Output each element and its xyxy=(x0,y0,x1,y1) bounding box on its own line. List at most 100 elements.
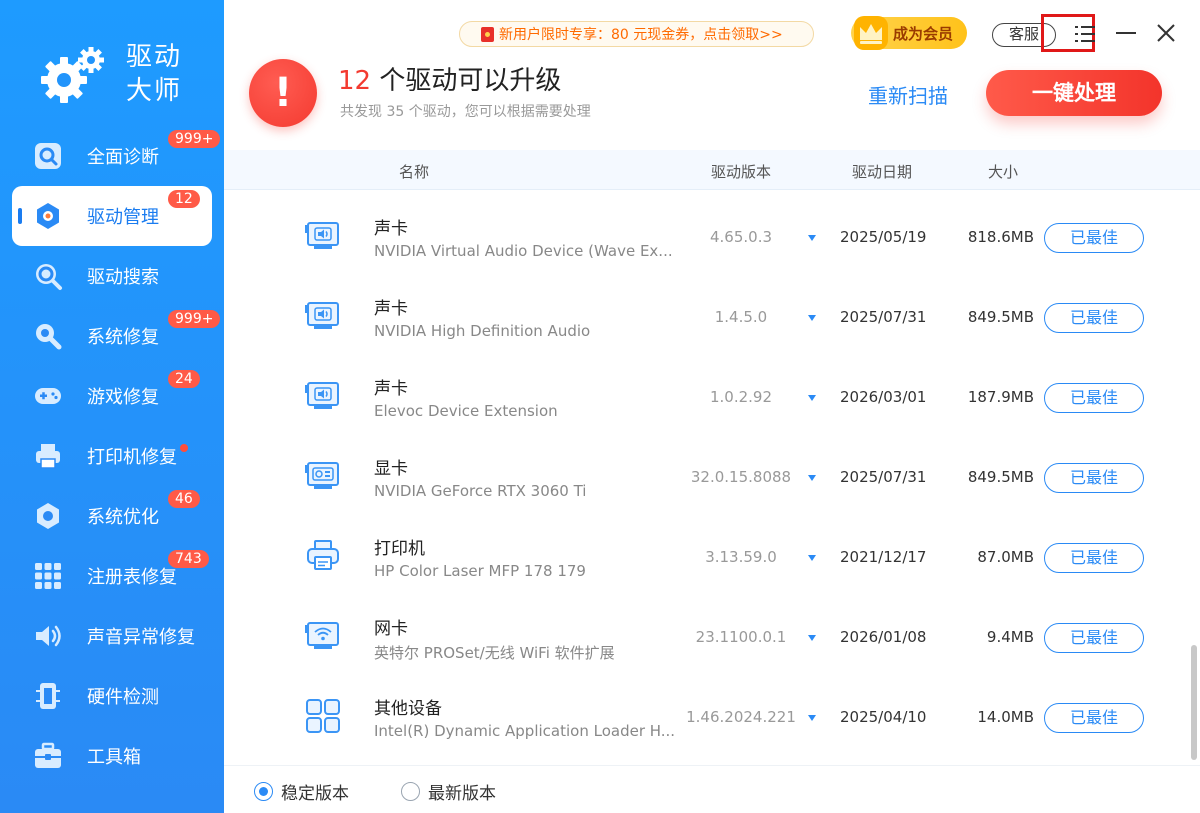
driver-date: 2025/07/31 xyxy=(840,468,927,486)
sidebar-item-label: 打印机修复 xyxy=(87,447,177,468)
printer-icon xyxy=(32,440,64,472)
vip-button[interactable]: 成为会员 xyxy=(851,16,967,50)
registry-icon xyxy=(32,560,64,592)
sidebar: 驱动 大师 全面诊断 999+ 驱动管理 12 驱动搜索 系统修复 999+ 游… xyxy=(0,0,224,813)
sidebar-item-game-repair[interactable]: 游戏修复 24 xyxy=(12,366,212,426)
network-card-icon xyxy=(305,622,339,649)
driver-category: 声卡 xyxy=(374,379,408,399)
driver-size: 14.0MB xyxy=(977,708,1034,726)
app-title: 驱动 大师 xyxy=(126,40,182,108)
driver-version: 1.4.5.0 xyxy=(714,308,768,326)
upgrade-subline: 共发现 35 个驱动，您可以根据需要处理 xyxy=(340,104,591,120)
version-dropdown-icon[interactable] xyxy=(808,235,816,241)
driver-name: NVIDIA GeForce RTX 3060 Ti xyxy=(374,482,587,500)
driver-name: NVIDIA High Definition Audio xyxy=(374,322,591,340)
status-best-button[interactable]: 已最佳 xyxy=(1044,463,1144,493)
sidebar-badge: 743 xyxy=(168,550,209,568)
sidebar-item-label: 系统修复 xyxy=(87,327,159,348)
gear-logo-icon xyxy=(41,47,104,103)
scrollbar[interactable] xyxy=(1191,645,1197,760)
driver-size: 187.9MB xyxy=(967,388,1034,406)
minimize-icon[interactable] xyxy=(1116,32,1136,34)
version-dropdown-icon[interactable] xyxy=(808,475,816,481)
version-dropdown-icon[interactable] xyxy=(808,715,816,721)
sidebar-item-label: 硬件检测 xyxy=(87,687,159,708)
toolbox-icon xyxy=(32,740,64,772)
sidebar-item-diagnose[interactable]: 全面诊断 999+ xyxy=(12,126,221,186)
version-dropdown-icon[interactable] xyxy=(808,555,816,561)
sidebar-item-registry-repair[interactable]: 注册表修复 743 xyxy=(12,546,212,606)
status-best-button[interactable]: 已最佳 xyxy=(1044,543,1144,573)
optimize-icon xyxy=(32,500,64,532)
app-title-line1: 驱动 xyxy=(126,42,183,72)
stable-version-radio[interactable]: 稳定版本 xyxy=(254,779,349,804)
driver-version: 1.46.2024.221 xyxy=(686,708,796,726)
sidebar-item-sound-repair[interactable]: 声音异常修复 xyxy=(12,606,212,666)
sidebar-item-system-optimize[interactable]: 系统优化 46 xyxy=(12,486,212,546)
latest-version-radio[interactable]: 最新版本 xyxy=(401,779,496,804)
driver-category: 显卡 xyxy=(374,459,408,479)
driver-name: Intel(R) Dynamic Application Loader H... xyxy=(374,722,676,740)
driver-size: 9.4MB xyxy=(986,628,1034,646)
radio-label: 稳定版本 xyxy=(281,784,349,804)
status-best-button[interactable]: 已最佳 xyxy=(1044,303,1144,333)
driver-category: 打印机 xyxy=(374,539,425,559)
driver-version: 4.65.0.3 xyxy=(709,228,773,246)
sidebar-item-label: 驱动搜索 xyxy=(87,267,159,288)
status-best-button[interactable]: 已最佳 xyxy=(1044,223,1144,253)
driver-size: 849.5MB xyxy=(967,468,1034,486)
graphics-card-icon xyxy=(305,462,339,489)
rescan-button[interactable]: 重新扫描 xyxy=(868,80,948,109)
sidebar-item-driver-search[interactable]: 驱动搜索 xyxy=(12,246,212,306)
radio-circle xyxy=(254,782,273,801)
app-title-line2: 大师 xyxy=(126,76,183,106)
status-best-button[interactable]: 已最佳 xyxy=(1044,623,1144,653)
sidebar-nav: 全面诊断 999+ 驱动管理 12 驱动搜索 系统修复 999+ 游戏修复 24… xyxy=(12,126,221,786)
sidebar-item-toolbox[interactable]: 工具箱 xyxy=(12,726,212,786)
menu-button[interactable] xyxy=(1041,14,1095,52)
header-size: 大小 xyxy=(988,163,1019,181)
driver-date: 2026/03/01 xyxy=(840,388,927,406)
driver-category: 声卡 xyxy=(374,299,408,319)
sidebar-badge: 999+ xyxy=(168,130,221,148)
driver-size: 818.6MB xyxy=(967,228,1034,246)
sound-card-icon xyxy=(305,222,339,249)
sidebar-item-system-repair[interactable]: 系统修复 999+ xyxy=(12,306,221,366)
version-dropdown-icon[interactable] xyxy=(808,395,816,401)
menu-list-icon xyxy=(1075,26,1095,42)
table-row: 声卡 NVIDIA Virtual Audio Device (Wave Ex.… xyxy=(224,190,1186,270)
footer: 稳定版本 最新版本 xyxy=(224,765,1200,813)
other-device-icon xyxy=(306,699,340,733)
close-icon[interactable] xyxy=(1156,23,1176,43)
sidebar-item-label: 驱动管理 xyxy=(87,207,159,228)
promo-banner[interactable]: 新用户限时专享：80 元现金券，点击领取>> xyxy=(459,21,814,47)
upgrade-headline: 12 个驱动可以升级 xyxy=(338,60,561,97)
red-envelope-icon xyxy=(481,27,494,42)
status-best-button[interactable]: 已最佳 xyxy=(1044,703,1144,733)
sidebar-item-hardware-check[interactable]: 硬件检测 xyxy=(12,666,212,726)
driver-category: 声卡 xyxy=(374,219,408,239)
speaker-icon xyxy=(32,620,64,652)
sidebar-item-driver-manage[interactable]: 驱动管理 12 xyxy=(12,186,212,246)
one-click-process-button[interactable]: 一键处理 xyxy=(986,70,1162,116)
hardware-icon xyxy=(32,680,64,712)
driver-size: 849.5MB xyxy=(967,308,1034,326)
driver-version: 23.1100.0.1 xyxy=(695,628,787,646)
version-dropdown-icon[interactable] xyxy=(808,635,816,641)
sidebar-item-label: 系统优化 xyxy=(87,507,159,528)
radio-label: 最新版本 xyxy=(428,784,496,804)
search-icon xyxy=(32,260,64,292)
printer-icon xyxy=(307,540,339,570)
radio-circle xyxy=(401,782,420,801)
sidebar-item-label: 声音异常修复 xyxy=(87,627,195,648)
version-dropdown-icon[interactable] xyxy=(808,315,816,321)
driver-date: 2026/01/08 xyxy=(840,628,927,646)
sidebar-badge: 24 xyxy=(168,370,200,388)
driver-list: 声卡 NVIDIA Virtual Audio Device (Wave Ex.… xyxy=(224,190,1186,750)
status-best-button[interactable]: 已最佳 xyxy=(1044,383,1144,413)
driver-name: Elevoc Device Extension xyxy=(374,402,558,420)
sidebar-item-printer-repair[interactable]: 打印机修复 xyxy=(12,426,212,486)
driver-date: 2025/05/19 xyxy=(840,228,927,246)
driver-name: NVIDIA Virtual Audio Device (Wave Ex... xyxy=(374,242,673,260)
driver-category: 网卡 xyxy=(374,619,408,639)
